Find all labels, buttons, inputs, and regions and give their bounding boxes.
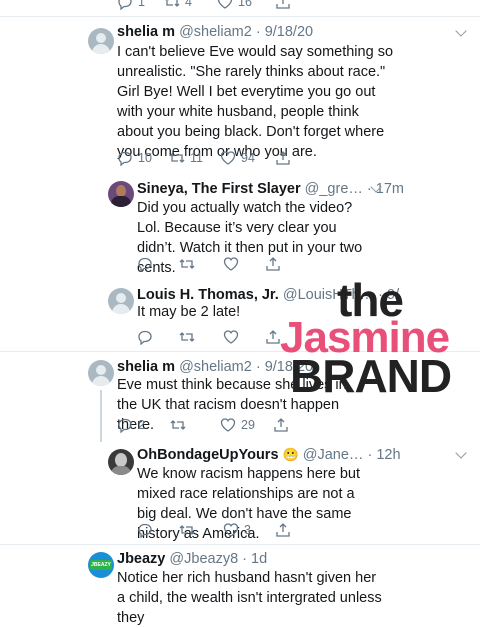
like-button[interactable]: 29	[220, 417, 255, 433]
avatar-face	[115, 453, 127, 467]
tweet-header: OhBondageUpYours 😬 @Jane… · 12h	[137, 446, 401, 464]
share-button[interactable]	[265, 256, 281, 272]
retweet-icon	[179, 525, 195, 535]
reply-count: 2	[138, 418, 145, 432]
retweet-button[interactable]	[170, 417, 186, 433]
reply-icon	[118, 418, 132, 433]
like-button[interactable]: 3	[223, 522, 251, 538]
user-name[interactable]: shelia m	[117, 359, 175, 375]
reply-button[interactable]: 1	[117, 0, 145, 10]
like-count: 29	[241, 418, 255, 432]
share-icon	[276, 0, 290, 9]
divider	[0, 16, 480, 17]
like-button[interactable]: 94	[220, 150, 255, 166]
share-icon	[276, 523, 290, 537]
retweet-button[interactable]	[179, 522, 195, 538]
tweet-header: Sineya, The First Slayer @_gre… · 17m	[137, 180, 404, 198]
reply-icon	[118, 0, 132, 10]
tweet-action-bar	[137, 256, 437, 272]
avatar-body	[111, 196, 131, 207]
retweet-icon	[165, 0, 180, 7]
avatar[interactable]	[108, 449, 134, 475]
user-name[interactable]: OhBondageUpYours	[137, 447, 279, 463]
avatar[interactable]	[88, 28, 114, 54]
retweet-button[interactable]	[179, 256, 195, 272]
share-icon	[276, 151, 290, 165]
heart-icon	[220, 151, 236, 165]
grimacing-face-icon: 😬	[282, 447, 299, 462]
thread-line	[100, 390, 102, 442]
tweet-header: shelia m @sheliam2 · 9/18/20	[117, 23, 313, 41]
reply-count: 1	[138, 0, 145, 9]
heart-icon	[223, 523, 239, 537]
share-button[interactable]	[275, 522, 291, 538]
reply-icon	[118, 151, 132, 166]
avatar[interactable]	[108, 288, 134, 314]
chevron-down-icon[interactable]	[455, 25, 467, 37]
user-handle-time: @sheliam2 · 9/18/20	[179, 24, 314, 40]
heart-icon	[223, 330, 239, 344]
retweet-count: 11	[190, 151, 203, 165]
reply-icon	[138, 330, 152, 345]
like-count: 16	[238, 0, 252, 9]
watermark-line3: BRAND	[290, 350, 452, 402]
reply-count: 10	[138, 151, 152, 165]
retweet-count: 4	[185, 0, 192, 9]
retweet-button[interactable]	[179, 329, 195, 345]
like-button[interactable]	[223, 329, 239, 345]
tweet-feed: 1 4 16 shelia m @sheliam2 · 9/18/20 I ca…	[0, 0, 480, 626]
share-button[interactable]	[265, 329, 281, 345]
user-handle-time: @Jane… · 12h	[302, 447, 401, 463]
chevron-down-icon[interactable]	[455, 447, 467, 459]
tweet-header: Jbeazy @Jbeazy8 · 1d	[117, 550, 267, 568]
avatar[interactable]: JBEAZY	[88, 552, 114, 578]
share-button[interactable]	[275, 0, 291, 10]
retweet-icon	[170, 420, 186, 430]
top-action-bar: 1 4 16	[117, 0, 417, 10]
user-name[interactable]: Sineya, The First Slayer	[137, 181, 301, 197]
avatar-badge: JBEAZY	[90, 560, 112, 570]
share-icon	[266, 257, 280, 271]
user-handle-time: @Jbeazy8 · 1d	[169, 551, 268, 567]
reply-button[interactable]	[137, 522, 153, 538]
reply-button[interactable]	[137, 256, 153, 272]
share-button[interactable]	[275, 150, 291, 166]
retweet-icon	[169, 153, 185, 163]
tweet-action-bar: 10 11 94	[117, 150, 417, 166]
reply-button[interactable]: 10	[117, 150, 152, 166]
tweet-text: Notice her rich husband hasn't given her…	[117, 570, 382, 626]
user-name[interactable]: Louis H. Thomas, Jr.	[137, 287, 279, 303]
like-count: 3	[244, 523, 251, 537]
heart-icon	[217, 0, 233, 9]
avatar[interactable]	[88, 360, 114, 386]
reply-button[interactable]	[137, 329, 153, 345]
like-button[interactable]	[223, 256, 239, 272]
reply-icon	[138, 257, 152, 272]
like-count: 94	[241, 151, 255, 165]
user-name[interactable]: Jbeazy	[117, 551, 165, 567]
like-button[interactable]: 16	[217, 0, 252, 10]
reply-icon	[138, 523, 152, 538]
retweet-icon	[179, 332, 195, 342]
share-icon	[266, 330, 280, 344]
retweet-icon	[179, 259, 195, 269]
tweet-action-bar	[137, 329, 287, 345]
avatar[interactable]	[108, 181, 134, 207]
user-name[interactable]: shelia m	[117, 24, 175, 40]
divider	[0, 544, 480, 545]
tweet-action-bar: 3	[137, 522, 437, 538]
share-icon	[274, 418, 288, 432]
user-handle-time: @_gre… · 17m	[304, 181, 404, 197]
tweet-action-bar: 2 29	[117, 417, 417, 433]
retweet-button[interactable]: 4	[164, 0, 192, 10]
tweet-text: I can't believe Eve would say something …	[117, 44, 394, 160]
reply-button[interactable]: 2	[117, 417, 145, 433]
heart-icon	[223, 257, 239, 271]
share-button[interactable]	[273, 417, 289, 433]
heart-icon	[220, 418, 236, 432]
retweet-button[interactable]: 11	[169, 150, 203, 166]
avatar-body	[111, 466, 131, 475]
